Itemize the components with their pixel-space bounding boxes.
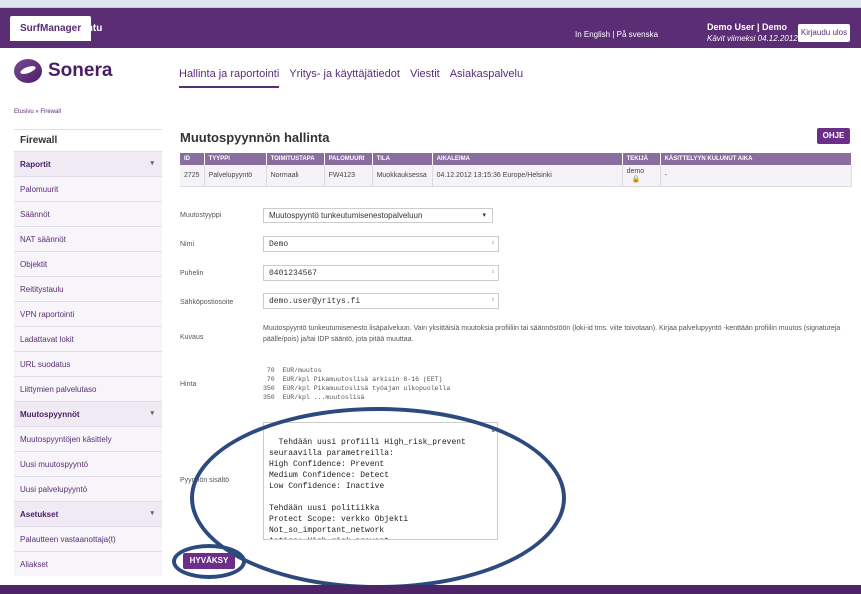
- sidebar-item-lokit[interactable]: Ladattavat lokit: [14, 326, 162, 351]
- column-header: AIKALEIMA: [432, 153, 623, 165]
- price-label: Hinta: [180, 381, 197, 388]
- email-field[interactable]: demo.user@yritys.fi ⇕: [263, 293, 499, 309]
- breadcrumb[interactable]: Etusivu » Firewall: [14, 109, 61, 115]
- sidebar-item-reititystaulu[interactable]: Reititystaulu: [14, 276, 162, 301]
- nav-hallinta[interactable]: Hallinta ja raportointi: [179, 68, 280, 88]
- phone-label: Puhelin: [180, 270, 204, 277]
- chevron-down-icon: ▾: [150, 510, 154, 517]
- author-name: demo: [626, 168, 645, 175]
- language-switch[interactable]: In English | På svenska: [575, 30, 658, 39]
- highlight-ellipse: [172, 544, 246, 579]
- phone-field[interactable]: 0401234567 ⇕: [263, 265, 499, 281]
- name-field-value: Demo: [269, 240, 289, 249]
- type-select[interactable]: Muutospyyntö tunkeutumisenestopalveluun …: [263, 208, 493, 223]
- logout-button[interactable]: Kirjaudu ulos: [798, 24, 850, 42]
- resize-icon: ⇕: [491, 296, 495, 303]
- sidebar-item-uusi-palvelupyynto[interactable]: Uusi palvelupyyntö: [14, 476, 162, 501]
- sidebar-item-label: Raportit: [20, 160, 51, 169]
- user-info: Demo User | Demo Kävit viimeksi 04.12.20…: [707, 22, 798, 44]
- column-header: TILA: [372, 153, 433, 165]
- column-header: PALOMUURI: [324, 153, 373, 165]
- sidebar-item-label: Asetukset: [20, 510, 59, 519]
- last-visit: Kävit viimeksi 04.12.2012: [707, 34, 798, 43]
- cell-delivery: Normaali: [266, 165, 325, 187]
- email-label: Sähköpostiosoite: [180, 299, 234, 306]
- table-header-row: ID TYYPPI TOIMITUSTAPA PALOMUURI TILA AI…: [180, 153, 853, 165]
- resize-icon: ⇕: [491, 268, 495, 275]
- nav-asiakaspalvelu[interactable]: Asiakaspalvelu: [450, 68, 523, 88]
- sidebar: Firewall Raportit ▾ Palomuurit Säännöt NA…: [14, 129, 162, 576]
- sonera-logo-icon: [14, 59, 42, 83]
- sidebar-item-label: Muutospyynnöt: [20, 410, 80, 419]
- column-header: TYYPPI: [204, 153, 267, 165]
- column-header: TOIMITUSTAPA: [266, 153, 325, 165]
- sidebar-item-palvelutaso[interactable]: Liittymien palvelutaso: [14, 376, 162, 401]
- sidebar-item-saannot[interactable]: Säännöt: [14, 201, 162, 226]
- type-label: Muutostyyppi: [180, 212, 222, 219]
- cell-elapsed: -: [660, 165, 853, 187]
- sidebar-item-palomuurit[interactable]: Palomuurit: [14, 176, 162, 201]
- cell-timestamp: 04.12.2012 13:15:36 Europe/Helsinki: [432, 165, 623, 187]
- table-row: 2725 Palvelupyyntö Normaali FW4123 Muokk…: [180, 165, 853, 187]
- sidebar-item-kasittely[interactable]: Muutospyyntöjen käsittely: [14, 426, 162, 451]
- name-label: Nimi: [180, 241, 194, 248]
- cell-author: demo🔒: [622, 165, 661, 187]
- sidebar-title: Firewall: [14, 129, 162, 151]
- sidebar-item-objektit[interactable]: Objektit: [14, 251, 162, 276]
- cell-status: Muokkauksessa: [372, 165, 433, 187]
- footer-bar: [0, 585, 861, 594]
- resize-icon: ⇕: [491, 239, 495, 246]
- sidebar-item-asetukset[interactable]: Asetukset ▾: [14, 501, 162, 526]
- sonera-logo[interactable]: Sonera: [14, 58, 112, 84]
- description-label: Kuvaus: [180, 334, 204, 341]
- sidebar-item-raportit[interactable]: Raportit ▾: [14, 151, 162, 176]
- logo-text: Sonera: [48, 60, 113, 81]
- sidebar-item-palautteen-vastaanottaja[interactable]: Palautteen vastaanottaja(t): [14, 526, 162, 551]
- chevron-down-icon: ▾: [482, 212, 486, 219]
- column-header: TEKIJÄ: [622, 153, 661, 165]
- price-line: 70 EUR/kpl Pikamuutoslisä arkisin 8-16 (…: [263, 376, 443, 383]
- type-select-value: Muutospyyntö tunkeutumisenestopalveluun: [269, 211, 423, 220]
- description-text: Muutospyyntö tunkeutumisenesto lisäpalve…: [263, 325, 841, 343]
- name-field[interactable]: Demo ⇕: [263, 236, 499, 252]
- page-title: Muutospyynnön hallinta: [180, 130, 330, 145]
- price-line: 70 EUR/muutos: [263, 367, 322, 374]
- cell-firewall: FW4123: [324, 165, 373, 187]
- nav-yritys[interactable]: Yritys- ja käyttäjätiedot: [289, 68, 400, 88]
- main-nav: Hallinta ja raportointi Yritys- ja käytt…: [179, 68, 523, 88]
- cell-id: 2725: [180, 165, 205, 187]
- email-field-value: demo.user@yritys.fi: [269, 297, 361, 306]
- app-tab-intu[interactable]: Intu: [84, 23, 102, 34]
- column-header: KÄSITTELYYN KULUNUT AIKA: [660, 153, 853, 165]
- cell-type: Palvelupyyntö: [204, 165, 267, 187]
- browser-chrome-strip: [0, 0, 861, 8]
- nav-viestit[interactable]: Viestit: [410, 68, 440, 88]
- price-list: 70 EUR/muutos 70 EUR/kpl Pikamuutoslisä …: [263, 366, 450, 402]
- price-line: 350 EUR/kpl ...muutoslisä: [263, 394, 365, 401]
- help-button[interactable]: OHJE: [817, 128, 850, 144]
- app-tab-surfmanager[interactable]: SurfManager: [10, 16, 92, 41]
- column-header: ID: [180, 153, 205, 165]
- sidebar-item-aliakset[interactable]: Aliakset: [14, 551, 162, 576]
- lock-icon[interactable]: 🔒: [632, 176, 641, 183]
- request-table: ID TYYPPI TOIMITUSTAPA PALOMUURI TILA AI…: [180, 153, 853, 187]
- user-name: Demo User | Demo: [707, 22, 788, 32]
- top-bar: SurfManager Intu In English | På svenska…: [0, 8, 861, 48]
- sidebar-item-url[interactable]: URL suodatus: [14, 351, 162, 376]
- sidebar-item-nat[interactable]: NAT säännöt: [14, 226, 162, 251]
- sidebar-item-uusi-muutospyynto[interactable]: Uusi muutospyyntö: [14, 451, 162, 476]
- price-line: 350 EUR/kpl Pikamuutoslisä työajan ulkop…: [263, 385, 451, 392]
- phone-field-value: 0401234567: [269, 269, 318, 278]
- chevron-down-icon: ▾: [150, 160, 154, 167]
- highlight-ellipse: [190, 407, 566, 589]
- sidebar-item-muutospyynnot[interactable]: Muutospyynnöt ▾: [14, 401, 162, 426]
- chevron-down-icon: ▾: [150, 410, 154, 417]
- sidebar-item-vpn[interactable]: VPN raportointi: [14, 301, 162, 326]
